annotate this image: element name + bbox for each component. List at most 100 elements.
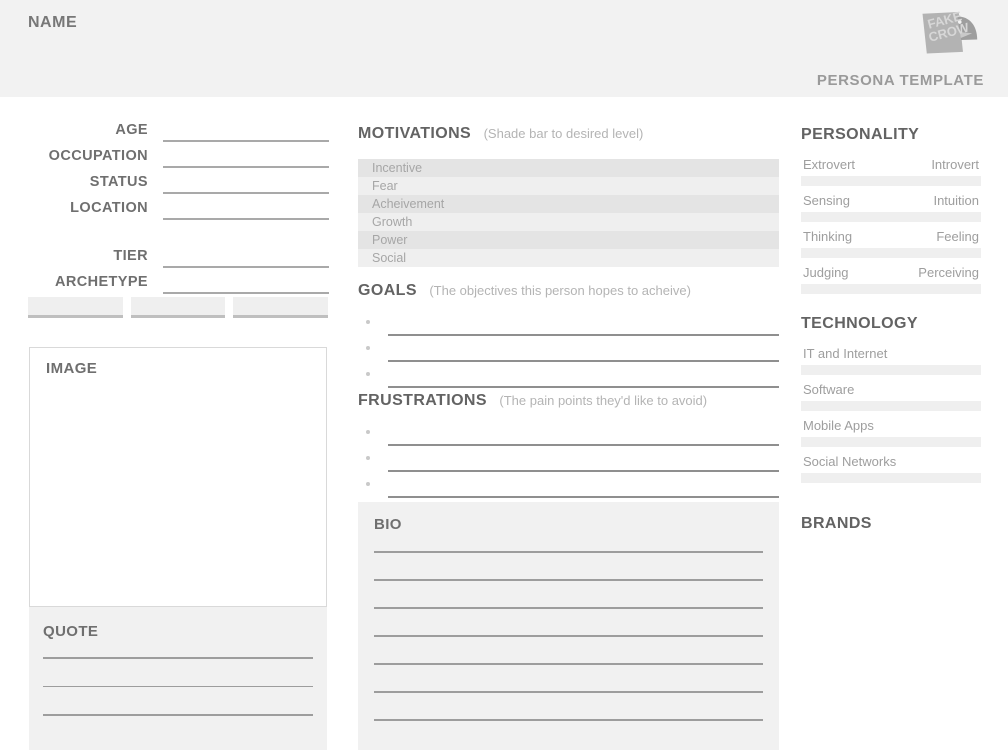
field-row-occupation[interactable]: OCCUPATION	[0, 145, 330, 171]
bio-line-7[interactable]	[374, 719, 763, 721]
bio-line-1[interactable]	[374, 551, 763, 553]
field-row-location[interactable]: LOCATION	[0, 197, 330, 223]
motivations-hint: (Shade bar to desired level)	[483, 126, 644, 141]
technology-scale-social-networks[interactable]: Social Networks	[801, 452, 981, 483]
technology-scale-it-and-internet[interactable]: IT and Internet	[801, 344, 981, 375]
field-row-tier[interactable]: TIER	[0, 245, 330, 271]
bio-line-3[interactable]	[374, 607, 763, 609]
fake-crow-logo: FAKE CROW	[910, 4, 986, 64]
personality-title: PERSONALITY	[801, 126, 920, 143]
personality-scale-sensing-intuition[interactable]: Sensing Intuition	[801, 191, 981, 222]
frustrations-list	[358, 422, 779, 500]
frustration-item-3[interactable]	[358, 474, 779, 500]
page-title: PERSONA TEMPLATE	[816, 72, 984, 89]
goal-item-2[interactable]	[358, 338, 779, 364]
page-header: NAME FAKE CROW PERSONA TEMPLATE	[0, 0, 1008, 97]
goal-input-2[interactable]	[388, 360, 779, 362]
technology-slider-bar[interactable]	[801, 365, 981, 375]
motivation-bar-social[interactable]: Social	[358, 249, 779, 267]
personality-scale-judging-perceiving[interactable]: Judging Perceiving	[801, 263, 981, 294]
goal-item-1[interactable]	[358, 312, 779, 338]
personality-slider-bar[interactable]	[801, 212, 981, 222]
quote-panel: QUOTE	[29, 607, 327, 750]
field-label-archetype: ARCHETYPE	[54, 274, 148, 290]
motivations-title: MOTIVATIONS	[358, 125, 472, 142]
middle-column: MOTIVATIONS (Shade bar to desired level)…	[348, 97, 790, 750]
field-input-occupation[interactable]	[163, 166, 329, 168]
field-label-location: LOCATION	[70, 200, 148, 216]
technology-scales: IT and Internet Software Mobile Apps Soc…	[801, 344, 981, 488]
technology-slider-bar[interactable]	[801, 437, 981, 447]
personality-scale-labels: Thinking Feeling	[801, 227, 981, 247]
field-row-age[interactable]: AGE	[0, 119, 330, 145]
personality-label-left: Sensing	[803, 193, 850, 208]
goal-item-3[interactable]	[358, 364, 779, 390]
personality-label-left: Judging	[803, 265, 849, 280]
personality-label-right: Perceiving	[918, 265, 979, 280]
goal-input-3[interactable]	[388, 386, 779, 388]
personality-slider-bar[interactable]	[801, 284, 981, 294]
frustration-item-2[interactable]	[358, 448, 779, 474]
bio-line-6[interactable]	[374, 691, 763, 693]
quote-line-2[interactable]	[43, 685, 313, 687]
frustrations-heading: FRUSTRATIONS (The pain points they'd lik…	[358, 392, 707, 410]
personality-slider-bar[interactable]	[801, 248, 981, 258]
tag-box-3[interactable]	[233, 297, 329, 318]
bullet-icon	[366, 346, 370, 350]
quote-line-3[interactable]	[43, 714, 313, 716]
technology-scale-mobile-apps[interactable]: Mobile Apps	[801, 416, 981, 447]
field-input-age[interactable]	[163, 140, 329, 142]
tag-row	[28, 297, 329, 318]
personality-scale-labels: Extrovert Introvert	[801, 155, 981, 175]
secondary-fields-group: TIER ARCHETYPE	[0, 245, 348, 297]
field-input-location[interactable]	[163, 218, 329, 220]
motivation-bar-power[interactable]: Power	[358, 231, 779, 249]
field-input-status[interactable]	[163, 192, 329, 194]
goals-hint: (The objectives this person hopes to ach…	[429, 283, 691, 298]
motivation-bar-growth[interactable]: Growth	[358, 213, 779, 231]
bio-line-4[interactable]	[374, 635, 763, 637]
personality-scale-thinking-feeling[interactable]: Thinking Feeling	[801, 227, 981, 258]
motivation-bar-fear[interactable]: Fear	[358, 177, 779, 195]
technology-slider-bar[interactable]	[801, 401, 981, 411]
field-row-archetype[interactable]: ARCHETYPE	[0, 271, 330, 297]
field-input-tier[interactable]	[163, 266, 329, 268]
personality-slider-bar[interactable]	[801, 176, 981, 186]
bio-line-5[interactable]	[374, 663, 763, 665]
technology-title: TECHNOLOGY	[801, 315, 918, 332]
personality-label-left: Extrovert	[803, 157, 856, 172]
frustration-input-1[interactable]	[388, 444, 779, 446]
name-label: NAME	[28, 14, 78, 31]
motivation-bar-incentive[interactable]: Incentive	[358, 159, 779, 177]
personality-label-left: Thinking	[803, 229, 853, 244]
personality-label-right: Feeling	[936, 229, 979, 244]
technology-slider-bar[interactable]	[801, 473, 981, 483]
personality-scale-extrovert-introvert[interactable]: Extrovert Introvert	[801, 155, 981, 186]
technology-label: IT and Internet	[803, 346, 888, 361]
tag-box-1[interactable]	[28, 297, 123, 318]
goals-list	[358, 312, 779, 390]
brands-title: BRANDS	[801, 515, 872, 532]
image-placeholder[interactable]: IMAGE	[29, 347, 327, 607]
field-row-status[interactable]: STATUS	[0, 171, 330, 197]
bullet-icon	[366, 430, 370, 434]
motivation-bar-acheivement[interactable]: Acheivement	[358, 195, 779, 213]
field-label-age: AGE	[115, 122, 148, 138]
field-label-occupation: OCCUPATION	[48, 148, 148, 164]
right-column: PERSONALITY Extrovert Introvert Sensing …	[790, 97, 1008, 750]
fake-crow-logo-icon: FAKE CROW	[922, 8, 978, 54]
personality-label-right: Introvert	[931, 157, 979, 172]
tag-box-2[interactable]	[130, 297, 226, 318]
frustration-input-2[interactable]	[388, 470, 779, 472]
goal-input-1[interactable]	[388, 334, 779, 336]
bullet-icon	[366, 456, 370, 460]
quote-line-1[interactable]	[43, 657, 313, 659]
technology-label: Social Networks	[803, 454, 897, 469]
technology-scale-software[interactable]: Software	[801, 380, 981, 411]
frustration-item-1[interactable]	[358, 422, 779, 448]
bio-line-2[interactable]	[374, 579, 763, 581]
frustration-input-3[interactable]	[388, 496, 779, 498]
field-input-archetype[interactable]	[163, 292, 329, 294]
personality-label-right: Intuition	[933, 193, 979, 208]
bio-label: BIO	[374, 516, 402, 533]
